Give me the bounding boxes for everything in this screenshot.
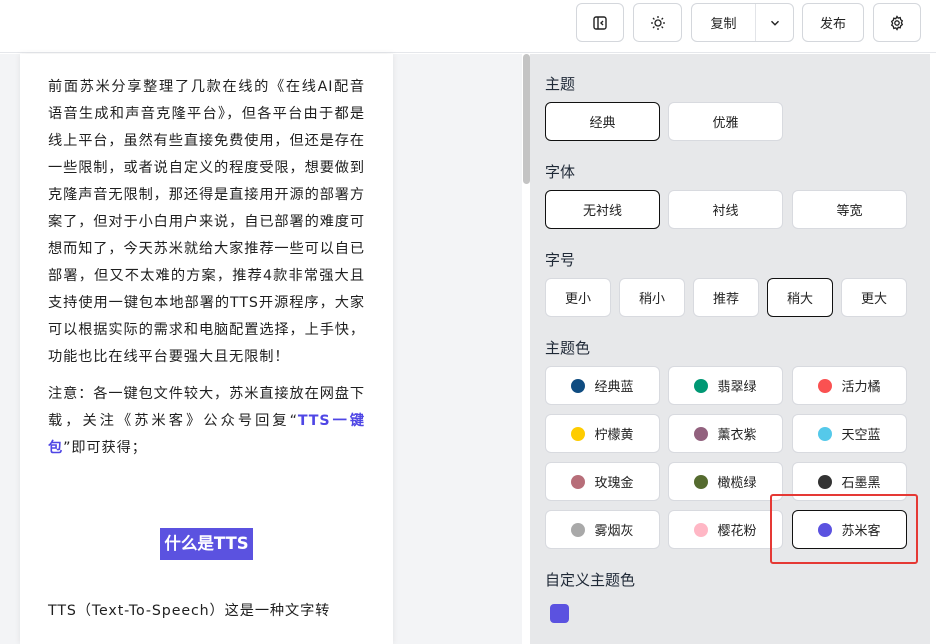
article-note-paragraph: 注意：各一键包文件较大，苏米直接放在网盘下载，关注《苏米客》公众号回复“TTS一… [48,381,365,462]
theme-color-option[interactable]: 樱花粉 [668,510,783,549]
theme-color-option[interactable]: 天空蓝 [792,414,907,453]
style-settings-panel: 主题 经典 优雅 字体 无衬线 衬线 等宽 字号 更小 稍小 推荐 稍大 更大 … [530,54,930,644]
font-option-mono[interactable]: 等宽 [792,190,907,229]
theme-color-label: 翡翠绿 [717,380,757,395]
theme-toggle-button[interactable] [633,3,682,42]
color-dot-icon [571,522,586,537]
theme-color-option[interactable]: 柠檬黄 [545,414,660,453]
publish-button[interactable]: 发布 [802,3,864,42]
theme-color-label: 雾烟灰 [594,524,634,539]
theme-color-label: 经典蓝 [594,380,634,395]
theme-option-classic[interactable]: 经典 [545,102,660,141]
custom-color-section-title: 自定义主题色 [545,571,636,589]
article-heading: 什么是TTS [160,528,253,560]
theme-color-label: 樱花粉 [717,524,757,539]
theme-option-elegant[interactable]: 优雅 [668,102,783,141]
theme-color-option[interactable]: 雾烟灰 [545,510,660,549]
gear-icon [890,14,904,31]
article-paragraph-3: TTS（Text-To-Speech）这是一种文字转 [48,603,331,619]
theme-color-option[interactable]: 经典蓝 [545,366,660,405]
theme-color-option[interactable]: 玫瑰金 [545,462,660,501]
theme-color-option[interactable]: 橄榄绿 [668,462,783,501]
color-dot-icon [818,378,833,393]
color-dot-icon [694,474,709,489]
top-toolbar: 复制 发布 [0,0,936,53]
font-option-serif[interactable]: 衬线 [668,190,783,229]
size-option-larger[interactable]: 更大 [841,278,907,317]
color-dot-icon [571,474,586,489]
size-option-recommended[interactable]: 推荐 [693,278,759,317]
preview-scrollbar[interactable] [523,54,530,184]
size-option-small[interactable]: 稍小 [619,278,685,317]
theme-color-label: 活力橘 [841,380,881,395]
note-text-after: ”即可获得； [63,440,147,456]
theme-color-label: 橄榄绿 [717,476,757,491]
size-section-title: 字号 [545,251,576,269]
sidebar-toggle-icon [593,15,607,30]
theme-color-label: 玫瑰金 [594,476,634,491]
theme-color-label: 天空蓝 [841,428,881,443]
copy-dropdown-button[interactable] [756,4,793,41]
color-dot-icon [818,474,833,489]
article-paragraph: 前面苏米分享整理了几款在线的《在线AI配音语音生成和声音克隆平台》，但各平台由于… [48,79,365,365]
theme-color-section-title: 主题色 [545,339,591,357]
theme-color-option[interactable]: 薰衣紫 [668,414,783,453]
size-option-large[interactable]: 稍大 [767,278,833,317]
color-dot-icon [818,522,833,537]
copy-button[interactable]: 复制 [692,4,756,41]
theme-color-label: 柠檬黄 [594,428,634,443]
copy-split-button: 复制 [691,3,794,42]
article-preview: 前面苏米分享整理了几款在线的《在线AI配音语音生成和声音克隆平台》，但各平台由于… [20,54,393,644]
font-section-title: 字体 [545,163,576,181]
color-dot-icon [571,426,586,441]
color-dot-icon [694,378,709,393]
theme-color-option[interactable]: 活力橘 [792,366,907,405]
theme-color-option[interactable]: 石墨黑 [792,462,907,501]
theme-color-option[interactable]: 翡翠绿 [668,366,783,405]
color-dot-icon [694,522,709,537]
sun-icon [650,15,665,30]
theme-color-label: 苏米客 [841,524,881,539]
settings-button[interactable] [873,3,921,42]
color-dot-icon [694,426,709,441]
theme-color-option[interactable]: 苏米客 [792,510,907,549]
theme-color-label: 薰衣紫 [717,428,757,443]
theme-section-title: 主题 [545,75,576,93]
theme-color-label: 石墨黑 [841,476,881,491]
color-dot-icon [571,378,586,393]
size-option-smaller[interactable]: 更小 [545,278,611,317]
sidebar-toggle-button[interactable] [576,3,624,42]
custom-color-swatch[interactable] [550,604,569,623]
color-dot-icon [818,426,833,441]
article-heading-wrap: 什么是TTS [48,528,365,560]
chevron-down-icon [770,20,779,26]
font-option-sans[interactable]: 无衬线 [545,190,660,229]
